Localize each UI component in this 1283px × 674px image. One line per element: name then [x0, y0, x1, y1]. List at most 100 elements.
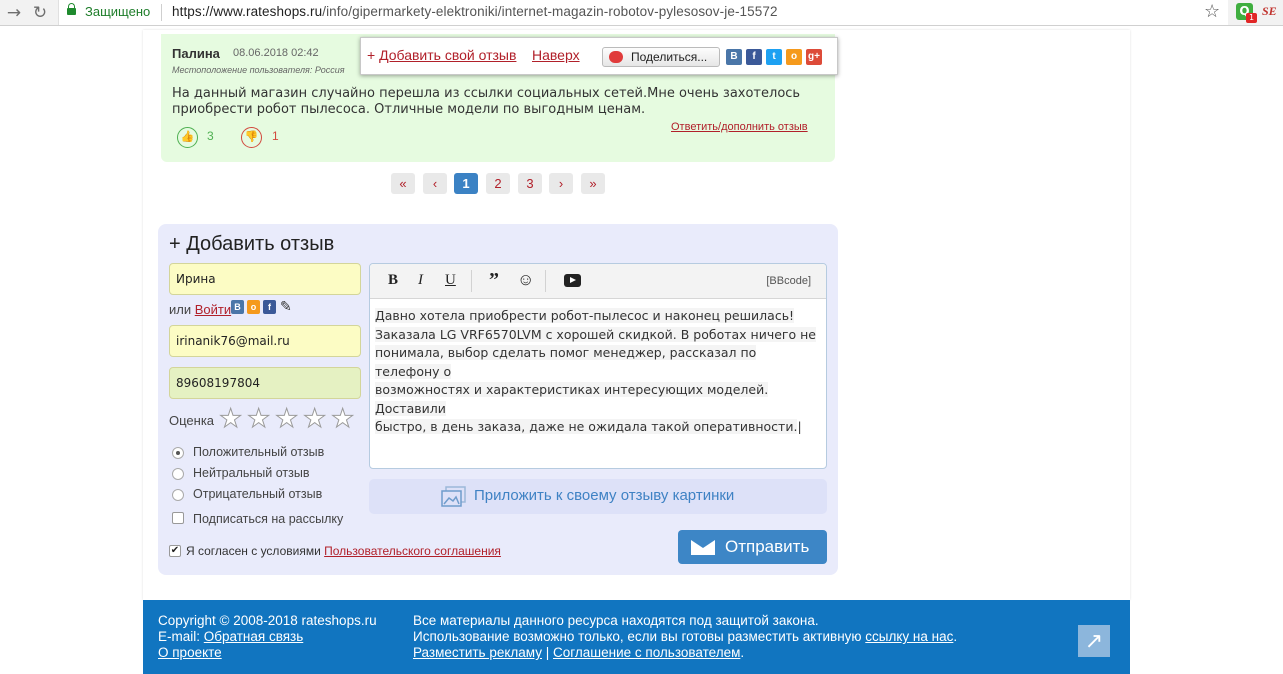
likes-count: 3 [207, 129, 214, 143]
page-prev[interactable]: ‹ [423, 173, 447, 194]
dislikes-count: 1 [272, 129, 279, 143]
address-bar[interactable]: Защищено https://www.rateshops.ru/info/g… [58, 0, 1228, 25]
facebook-login-icon[interactable]: f [263, 300, 276, 314]
url-path: /info/gipermarkety-elektroniki/internet-… [322, 4, 778, 19]
subscribe-label: Подписаться на рассылку [193, 512, 344, 526]
editor-line: Давно хотела приобрести робот-пылесос и … [375, 308, 795, 323]
editor-line: возможностях и характеристиках интересую… [375, 382, 769, 416]
bookmark-star-icon[interactable]: ☆ [1204, 1, 1220, 22]
positive-label: Положительный отзыв [193, 445, 325, 459]
lock-icon [67, 3, 76, 15]
editor-line: быстро, в день заказа, даже не ожидала т… [375, 419, 802, 434]
page-3[interactable]: 3 [518, 173, 542, 194]
neutral-label: Нейтральный отзыв [193, 466, 310, 480]
submit-button[interactable]: Отправить [678, 530, 827, 564]
subscribe-checkbox[interactable] [172, 512, 184, 524]
rating-star-icon[interactable]: ★ [330, 405, 354, 434]
footer: Copyright © 2008-2018 rateshops.ru E-mai… [143, 600, 1130, 674]
login-link[interactable]: Войти [195, 302, 231, 317]
negative-radio[interactable] [172, 489, 184, 501]
feedback-link[interactable]: Обратная связь [204, 629, 303, 644]
rating-star-icon[interactable]: ★ [302, 405, 326, 434]
email-row: E-mail: Обратная связь [158, 629, 304, 644]
floating-action-bar: + Добавить свой отзыв Наверх Поделиться.… [360, 37, 838, 75]
user-agreement-link[interactable]: Соглашение с пользователем [553, 645, 740, 660]
reload-icon[interactable]: ↻ [30, 3, 50, 23]
link-to-us[interactable]: ссылку на нас [865, 629, 953, 644]
browser-toolbar: → ↻ Защищено https://www.rateshops.ru/in… [0, 0, 1283, 26]
back-to-top-link[interactable]: Наверх [532, 47, 580, 63]
review-date: 08.06.2018 02:42 [233, 47, 319, 59]
bbcode-toggle[interactable]: [BBcode] [766, 275, 811, 287]
twitter-icon[interactable]: t [766, 49, 782, 65]
editor-line: понимала, выбор сделать помог менеджер, … [375, 345, 757, 379]
extension-badge: 1 [1246, 13, 1257, 23]
protected-text: Все материалы данного ресурса находятся … [413, 613, 819, 628]
page-2[interactable]: 2 [486, 173, 510, 194]
page-1[interactable]: 1 [454, 173, 478, 194]
image-icon [441, 486, 466, 507]
scroll-up-arrow-icon[interactable]: ↗ [1078, 625, 1110, 657]
quote-button[interactable]: ” [489, 269, 499, 292]
thumbs-up-icon[interactable]: 👍 [177, 127, 198, 148]
url-divider [161, 4, 162, 21]
footer-links: Разместить рекламу | Соглашение с пользо… [413, 645, 745, 660]
ads-link[interactable]: Разместить рекламу [413, 645, 542, 660]
footer-right: Все материалы данного ресурса находятся … [413, 613, 957, 661]
copyright: Copyright © 2008-2018 rateshops.ru [158, 613, 377, 628]
review-editor[interactable]: B I U ” ☺ [BBcode] Давно хотела приобрес… [369, 263, 827, 469]
underline-button[interactable]: U [445, 272, 456, 289]
editor-toolbar: B I U ” ☺ [BBcode] [370, 264, 826, 299]
agreement-link[interactable]: Пользовательского соглашения [324, 544, 501, 558]
about-link[interactable]: О проекте [158, 645, 222, 660]
italic-button[interactable]: I [418, 272, 423, 289]
agree-checkbox[interactable]: ✔ [169, 545, 181, 557]
name-field[interactable]: Ирина [169, 263, 361, 295]
page-first[interactable]: « [391, 173, 415, 194]
vk-login-icon[interactable]: В [231, 300, 244, 314]
google-plus-icon[interactable]: g+ [806, 49, 822, 65]
thumbs-down-icon[interactable]: 👎 [241, 127, 262, 148]
rating-star-icon[interactable]: ★ [218, 405, 242, 434]
extension-se-icon[interactable]: SE [1262, 4, 1277, 19]
login-row: или Войти [169, 302, 231, 317]
rating-star-icon[interactable]: ★ [274, 405, 298, 434]
positive-radio[interactable] [172, 447, 184, 459]
secure-label: Защищено [85, 4, 151, 19]
url-text[interactable]: https://www.rateshops.ru/info/gipermarke… [172, 4, 778, 19]
or-label: или [169, 302, 192, 317]
video-button[interactable] [564, 274, 581, 287]
odnoklassniki-icon[interactable]: o [786, 49, 802, 65]
url-host: https://www.rateshops.ru [172, 4, 323, 19]
page-next[interactable]: › [549, 173, 573, 194]
back-icon[interactable]: → [4, 3, 24, 23]
ok-login-icon[interactable]: o [247, 300, 260, 314]
smile-button[interactable]: ☺ [517, 270, 534, 290]
toolbar-divider [471, 270, 472, 292]
agree-label: Я согласен с условиями [186, 544, 321, 558]
footer-left: Copyright © 2008-2018 rateshops.ru E-mai… [158, 613, 377, 661]
page-last[interactable]: » [581, 173, 605, 194]
usage-row: Использование возможно только, если вы г… [413, 629, 958, 644]
share-icon [609, 51, 623, 63]
reply-link[interactable]: Ответить/дополнить отзыв [671, 121, 808, 133]
share-label: Поделиться... [631, 50, 708, 64]
add-review-label[interactable]: Добавить свой отзыв [379, 47, 516, 63]
email-field[interactable]: irinanik76@mail.ru [169, 325, 361, 357]
facebook-icon[interactable]: f [746, 49, 762, 65]
pencil-login-icon[interactable]: ✎ [280, 299, 292, 315]
bold-button[interactable]: B [388, 272, 398, 289]
vk-icon[interactable]: В [726, 49, 742, 65]
review-text: На данный магазин случайно перешла из сс… [172, 86, 801, 117]
phone-field[interactable]: 89608197804 [169, 367, 361, 399]
submit-label: Отправить [725, 537, 810, 556]
attach-images-button[interactable]: Приложить к своему отзыву картинки [369, 479, 827, 514]
agree-text: Я согласен с условиями Пользовательского… [186, 544, 501, 558]
editor-text[interactable]: Давно хотела приобрести робот-пылесос и … [375, 307, 820, 437]
review-author: Палина [172, 46, 220, 61]
review-location: Местоположение пользователя: Россия [172, 65, 345, 75]
rating-star-icon[interactable]: ★ [246, 405, 270, 434]
share-button[interactable]: Поделиться... [602, 47, 720, 67]
neutral-radio[interactable] [172, 468, 184, 480]
add-review-link[interactable]: + Добавить свой отзыв [367, 47, 516, 63]
